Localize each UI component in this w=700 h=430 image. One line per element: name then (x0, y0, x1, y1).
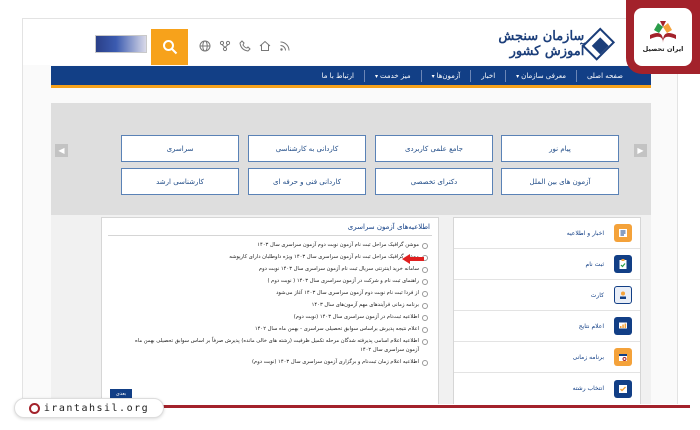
exam-tile-international[interactable]: آزمون های بین الملل (501, 168, 619, 195)
org-logo[interactable]: سازمان سنجش آموزش کشور (459, 27, 616, 61)
brand-logo: ایران تحصیل (634, 8, 692, 66)
sidebar-item-field-selection[interactable]: انتخاب رشته (454, 373, 640, 404)
chevron-down-icon: ▾ (374, 72, 378, 80)
announcement-link[interactable]: اعلام نتیجه پذیرش براساس سوابق تحصیلی سر… (128, 325, 428, 337)
results-icon (614, 317, 632, 335)
announcements-list: موشن گرافیک مراحل ثبت نام آزمون نوبت دوم… (128, 241, 428, 370)
selection-icon (614, 379, 632, 398)
phone-icon[interactable] (238, 39, 251, 52)
nav-item-about-label: معرفی سازمان (521, 71, 566, 80)
website-badge[interactable]: irantahsil.org (14, 398, 164, 418)
nav-item-exams[interactable]: آزمون‌ها▾ (420, 69, 471, 82)
sidebar-item-label: ثبت نام (585, 260, 605, 268)
announcement-link[interactable]: اطلاعیه اعلام اسامی پذیرفته شدگان مرحله … (128, 337, 428, 358)
nav-item-contact[interactable]: ارتباط با ما (312, 70, 364, 82)
sidebar-item-label: اعلام نتایج (578, 322, 604, 330)
globe-icon (28, 402, 40, 414)
divider (108, 235, 432, 236)
sidebar-item-card[interactable]: کارت (454, 280, 640, 311)
exam-tile-phd[interactable]: دکترای تخصصی (375, 168, 493, 195)
announcement-link[interactable]: اطلاعیه اعلام زمان ثبت‌نام و برگزاری آزم… (128, 358, 428, 370)
announcement-link[interactable]: موشن گرافیک مراحل ثبت نام آزمون نوبت دوم… (128, 241, 428, 253)
home-icon[interactable] (258, 39, 271, 52)
exam-tile-technical-vocational[interactable]: کاردانی فنی و حرفه ای (248, 168, 366, 195)
exam-tile-associate-to-bachelor[interactable]: کاردانی به کارشناسی (248, 135, 366, 162)
sidebar-item-schedule[interactable]: برنامه زمانی (454, 342, 640, 373)
announcement-link[interactable]: سامانه خرید اینترنتی سریال ثبت نام آزمون… (128, 265, 428, 277)
announcement-link[interactable]: برنامه زمانی فرآیندهای مهم آزمون‌های سال… (128, 301, 428, 313)
sidebar-item-label: انتخاب رشته (572, 385, 604, 392)
website-label: irantahsil.org (43, 402, 150, 414)
nav-item-news[interactable]: اخبار (470, 69, 505, 82)
announcement-link[interactable]: اطلاعیه ثبت‌نام در آزمون سراسری سال ۱۴۰۳… (128, 313, 428, 325)
screenshot-stage: سازمان سنجش آموزش کشور صفحه اصلی معرفی س… (0, 0, 700, 430)
sidebar-item-label: اخبار و اطلاعیه (566, 229, 604, 237)
slider-next-button[interactable]: ▶ (634, 144, 647, 157)
nav-item-about[interactable]: معرفی سازمان▾ (505, 69, 576, 82)
globe-icon[interactable] (198, 39, 211, 52)
quick-access-sidebar: اخبار و اطلاعیه ثبت نام کارت اعلام نتایج… (453, 217, 641, 406)
ministry-logo[interactable] (95, 35, 147, 53)
brand-name: ایران تحصیل (642, 45, 684, 53)
footer-bar (130, 405, 690, 408)
red-arrow-icon (402, 254, 424, 264)
calendar-icon (614, 348, 632, 366)
site-frame: سازمان سنجش آموزش کشور صفحه اصلی معرفی س… (22, 18, 678, 413)
site-header: سازمان سنجش آموزش کشور (23, 19, 677, 65)
nav-item-service-desk[interactable]: میز خدمت▾ (363, 69, 421, 82)
announcements-panel: اطلاعیه‌های آزمون سراسری موشن گرافیک مرا… (101, 217, 439, 406)
news-icon (614, 224, 632, 242)
chevron-down-icon: ▾ (431, 72, 435, 80)
brand-badge: ایران تحصیل (626, 0, 700, 74)
exam-tiles-section: ◀ ▶ پیام نور جامع علمی کاربردی کاردانی ب… (51, 103, 651, 215)
announcement-link[interactable]: موشن گرافیک مراحل ثبت نام آزمون سراسری س… (128, 253, 428, 265)
exam-tile-sarasari[interactable]: سراسری (121, 135, 239, 162)
sidebar-item-registration[interactable]: ثبت نام (454, 249, 640, 280)
exam-tile-payame-noor[interactable]: پیام نور (501, 135, 619, 162)
exam-tile-masters[interactable]: کارشناسی ارشد (121, 168, 239, 195)
org-mark-icon (582, 27, 616, 61)
sidebar-item-results[interactable]: اعلام نتایج (454, 311, 640, 342)
header-icons (198, 39, 291, 52)
sidebar-item-label: کارت (590, 291, 604, 299)
nav-item-exams-label: آزمون‌ها (436, 71, 461, 80)
content-area: اطلاعیه‌های آزمون سراسری موشن گرافیک مرا… (51, 215, 651, 412)
sidebar-item-news[interactable]: اخبار و اطلاعیه (454, 218, 640, 249)
org-name: سازمان سنجش آموزش کشور (498, 29, 585, 59)
sitemap-icon[interactable] (218, 39, 231, 52)
id-card-icon (614, 286, 632, 304)
rss-icon[interactable] (278, 39, 291, 52)
announcement-link[interactable]: از فردا ثبت نام نوبت دوم آزمون سراسری سا… (128, 289, 428, 301)
clipboard-icon (614, 255, 632, 273)
nav-item-service-desk-label: میز خدمت (380, 71, 411, 80)
search-icon (162, 40, 177, 55)
book-icon (650, 21, 676, 43)
announcements-title: اطلاعیه‌های آزمون سراسری (347, 223, 430, 231)
slider-prev-button[interactable]: ◀ (55, 144, 68, 157)
sidebar-item-label: برنامه زمانی (572, 353, 604, 361)
main-nav: صفحه اصلی معرفی سازمان▾ اخبار آزمون‌ها▾ … (51, 66, 651, 88)
exam-tile-applied-science[interactable]: جامع علمی کاربردی (375, 135, 493, 162)
chevron-down-icon: ▾ (516, 72, 520, 80)
announcement-link[interactable]: راهنمای ثبت نام و شرکت در آزمون سراسری س… (128, 277, 428, 289)
search-button[interactable] (151, 29, 188, 65)
nav-item-home[interactable]: صفحه اصلی (575, 69, 633, 82)
